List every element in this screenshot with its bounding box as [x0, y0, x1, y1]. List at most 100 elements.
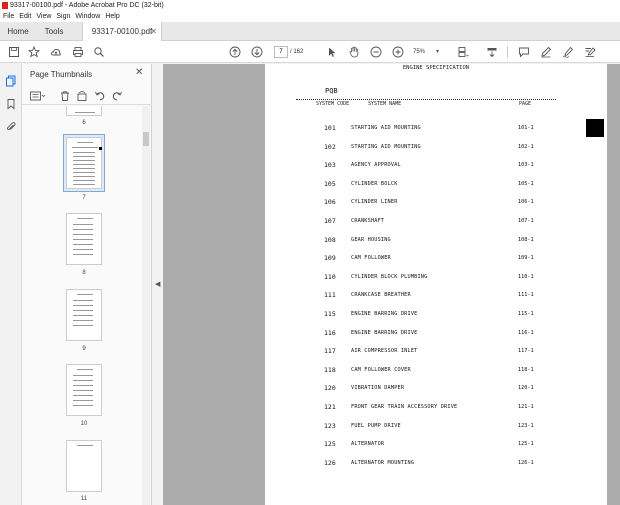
system-code: 117: [324, 347, 336, 356]
window-title: 93317-00100.pdf - Adobe Acrobat Pro DC (…: [10, 2, 164, 9]
system-page: 107-1: [518, 218, 534, 224]
page-layout-icon[interactable]: [456, 45, 470, 59]
tab-home[interactable]: Home: [0, 22, 36, 41]
table-row: 118 CAM FOLLOWER COVER 118-1: [265, 366, 607, 376]
system-name: GEAR HOUSING: [351, 236, 391, 243]
acrobat-app-icon: [2, 2, 8, 9]
menu-view[interactable]: View: [33, 11, 53, 22]
system-page: 101-1: [518, 125, 534, 131]
system-code: 107: [324, 217, 336, 225]
attachment-icon[interactable]: [5, 120, 17, 132]
select-cursor-icon[interactable]: [325, 45, 339, 59]
thumbnail-label: 11: [80, 496, 88, 502]
scrollbar-thumb[interactable]: [143, 132, 149, 146]
undo-icon[interactable]: [94, 89, 106, 101]
system-page: 109-1: [518, 255, 534, 262]
system-page: 121-1: [518, 404, 534, 410]
tab-document-label: 93317-00100.pdf: [91, 27, 153, 36]
system-name: CRANKSHAFT: [351, 218, 385, 224]
page-thumbnails-panel: Page Thumbnails ✕ 6 7 8 9 10 11: [22, 64, 152, 505]
fill-sign-icon[interactable]: [583, 45, 597, 59]
black-marker-box: [586, 119, 604, 137]
table-row: 109 CAM FOLLOWER 109-1: [265, 254, 607, 264]
zoom-level[interactable]: 75%: [413, 46, 425, 58]
table-row: 116 ENGINE BARRING DRIVE 116-1: [265, 329, 607, 339]
previous-page-icon[interactable]: [228, 45, 242, 59]
table-row: 110 CYLINDER BLOCK PLUMBING 110-1: [265, 273, 607, 283]
main-toolbar: 7 / 162 75% ▾: [0, 41, 620, 63]
thumbnail-label: 10: [80, 421, 88, 427]
thumbnail-page[interactable]: [66, 364, 102, 416]
chevron-down-icon[interactable]: ▾: [436, 46, 439, 58]
scrolling-mode-icon[interactable]: [485, 45, 499, 59]
system-page: 123-1: [518, 422, 534, 429]
system-name: AIR COMPRESSOR INLET: [351, 348, 418, 355]
thumbnail-label: 7: [82, 195, 86, 201]
hand-tool-icon[interactable]: [347, 45, 361, 59]
redo-icon[interactable]: [111, 89, 123, 101]
collapse-panel-icon[interactable]: ◀: [155, 280, 160, 288]
page-thumbnails-icon[interactable]: [5, 74, 17, 87]
page-number-input[interactable]: 7: [274, 46, 288, 58]
tab-tools[interactable]: Tools: [36, 22, 72, 41]
system-code: 108: [324, 235, 336, 244]
menu-sign[interactable]: Sign: [53, 11, 72, 22]
table-row: 125 ALTERNATOR 125-1: [265, 440, 607, 450]
search-icon[interactable]: [92, 45, 106, 59]
system-name: STARTING AID MOUNTING: [351, 143, 421, 150]
thumbnail-page[interactable]: [66, 289, 102, 341]
zoom-out-icon[interactable]: [369, 45, 383, 59]
system-code: 103: [324, 161, 336, 170]
page-total: / 162: [290, 49, 304, 55]
table-row: 102 STARTING AID MOUNTING 102-1: [265, 143, 607, 153]
system-name: FUEL PUMP DRIVE: [351, 422, 401, 429]
thumbnail-page[interactable]: [66, 213, 102, 265]
upload-cloud-icon[interactable]: [49, 45, 63, 59]
tab-document[interactable]: 93317-00100.pdf ✕: [82, 22, 162, 41]
panel-toolbar: [22, 85, 152, 105]
comment-icon[interactable]: [517, 45, 531, 59]
highlight-pen-icon[interactable]: [539, 45, 553, 59]
table-row: 101 STARTING AID MOUNTING 101-1: [265, 124, 607, 134]
system-code: 118: [324, 365, 336, 374]
thumbnail-list: 6 7 8 9 10 11: [22, 106, 142, 505]
menu-file[interactable]: File: [0, 11, 16, 22]
system-name: ALTERNATOR MOUNTING: [351, 459, 415, 466]
save-icon[interactable]: [7, 45, 21, 59]
bookmark-icon[interactable]: [5, 97, 17, 110]
menu-help[interactable]: Help: [102, 11, 121, 22]
close-icon[interactable]: ✕: [150, 22, 157, 41]
system-code: 123: [324, 421, 336, 430]
panel-title: Page Thumbnails: [30, 70, 93, 79]
system-code: 106: [324, 198, 336, 207]
menu-edit[interactable]: Edit: [16, 11, 33, 22]
thumbnail-options-icon[interactable]: [30, 89, 46, 101]
system-code: 101: [324, 124, 336, 132]
system-code: 102: [324, 142, 336, 151]
menu-window[interactable]: Window: [72, 11, 102, 22]
thumbnail-page[interactable]: [66, 106, 102, 116]
thumbnail-page-selected[interactable]: [66, 137, 102, 189]
thumbnail-page[interactable]: [66, 440, 102, 492]
print-icon[interactable]: [71, 45, 85, 59]
next-page-icon[interactable]: [250, 45, 264, 59]
document-header: ENGINE SPECIFICATION: [402, 65, 470, 71]
close-icon[interactable]: ✕: [135, 67, 143, 78]
model-label: PQB: [325, 87, 338, 95]
pdf-page: ENGINE SPECIFICATION PQB SYSTEM CODE SYS…: [265, 64, 607, 505]
zoom-in-icon[interactable]: [391, 45, 405, 59]
table-row: 121 FRONT GEAR TRAIN ACCESSORY DRIVE 121-1: [265, 403, 607, 413]
system-name: CAM FOLLOWER: [351, 255, 391, 262]
delete-page-icon[interactable]: [59, 89, 71, 101]
system-page: 105-1: [518, 180, 534, 187]
sign-icon[interactable]: [561, 45, 575, 59]
system-code: 121: [324, 403, 336, 411]
system-name: CYLINDER LINER: [351, 199, 398, 206]
bookmark-star-icon[interactable]: [27, 45, 41, 59]
system-page: 115-1: [518, 311, 534, 317]
system-name: ENGINE BARRING DRIVE: [351, 311, 418, 317]
system-name: CYLINDER BOLCK: [351, 180, 398, 187]
rotate-page-icon[interactable]: [76, 89, 88, 101]
thumbnail-scrollbar[interactable]: [142, 106, 150, 505]
system-code: 125: [324, 440, 336, 449]
